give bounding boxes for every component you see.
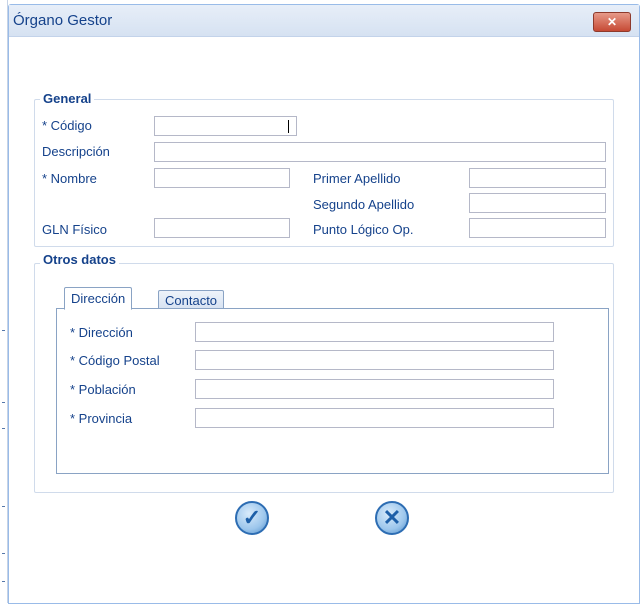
provincia-input[interactable] bbox=[195, 408, 554, 428]
descripcion-input[interactable] bbox=[154, 142, 606, 162]
poblacion-label: * Población bbox=[70, 382, 136, 397]
descripcion-label: Descripción bbox=[42, 144, 110, 159]
tab-direccion[interactable]: Dirección bbox=[64, 287, 133, 310]
dialog-titlebar[interactable]: Órgano Gestor ✕ bbox=[9, 5, 639, 37]
organo-gestor-dialog: Órgano Gestor ✕ General * Código Descrip… bbox=[8, 4, 640, 604]
segundo-apellido-input[interactable] bbox=[469, 193, 606, 213]
text-cursor bbox=[288, 120, 289, 133]
codigo-postal-label: * Código Postal bbox=[70, 353, 160, 368]
codigo-input[interactable] bbox=[154, 116, 297, 136]
general-legend: General bbox=[40, 91, 95, 106]
codigo-postal-input[interactable] bbox=[195, 350, 554, 370]
gln-fisico-input[interactable] bbox=[154, 218, 290, 238]
primer-apellido-label: Primer Apellido bbox=[313, 171, 401, 186]
accept-button[interactable]: ✓ bbox=[235, 501, 269, 535]
gln-fisico-label: GLN Físico bbox=[42, 222, 108, 237]
dialog-title: Órgano Gestor bbox=[13, 12, 113, 29]
background-window-edge bbox=[0, 0, 8, 603]
direccion-input[interactable] bbox=[195, 322, 554, 342]
nombre-label: * Nombre bbox=[42, 171, 97, 186]
check-circle-icon: ✓ bbox=[242, 505, 262, 530]
punto-logico-label: Punto Lógico Op. bbox=[313, 222, 414, 237]
tab-contacto[interactable]: Contacto bbox=[158, 290, 225, 309]
cancel-button[interactable]: ✕ bbox=[375, 501, 409, 535]
provincia-label: * Provincia bbox=[70, 411, 133, 426]
x-circle-icon: ✕ bbox=[382, 505, 402, 530]
tab-direccion-label: Dirección bbox=[71, 291, 126, 306]
primer-apellido-input[interactable] bbox=[469, 168, 606, 188]
close-icon: ✕ bbox=[606, 15, 618, 29]
otros-datos-legend: Otros datos bbox=[40, 252, 119, 267]
segundo-apellido-label: Segundo Apellido bbox=[313, 197, 415, 212]
poblacion-input[interactable] bbox=[195, 379, 554, 399]
nombre-input[interactable] bbox=[154, 168, 290, 188]
close-button[interactable]: ✕ bbox=[593, 12, 631, 32]
tab-contacto-label: Contacto bbox=[165, 293, 218, 308]
punto-logico-input[interactable] bbox=[469, 218, 606, 238]
codigo-label: * Código bbox=[42, 118, 92, 133]
direccion-label: * Dirección bbox=[70, 325, 133, 340]
